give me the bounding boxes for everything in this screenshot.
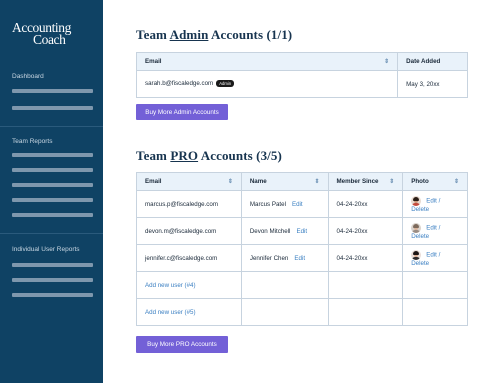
avatar (411, 195, 422, 206)
add-new-user-link[interactable]: Add new user (#5) (145, 309, 196, 316)
title-prefix: Team (136, 148, 171, 163)
table-row: sarah.b@fiscaledge.com Admin May 3, 20xx (135, 70, 468, 98)
name-text: Marcus Patel (249, 200, 286, 208)
column-label: Date Added (406, 58, 441, 65)
photo-cell: Edit / Delete (402, 244, 468, 272)
empty-cell (402, 298, 468, 326)
column-header-email[interactable]: Email ⇕ (136, 172, 242, 191)
name-text: Jennifer Chen (249, 254, 289, 262)
sidebar-divider (0, 126, 103, 127)
admin-accounts-table: Email ⇕ Date Added sarah.b@fiscaledge.com… (135, 52, 468, 98)
name-text: Devon Mitchell (249, 227, 291, 235)
sort-arrows-icon[interactable]: ⇕ (228, 178, 233, 185)
column-label: Email (145, 178, 162, 185)
sidebar-placeholder-item[interactable] (12, 183, 93, 187)
email-cell: jennifer.c@fiscaledge.com (136, 244, 242, 272)
empty-cell (327, 271, 404, 299)
column-header-member-since[interactable]: Member Since ⇕ (327, 172, 404, 191)
sidebar-placeholder-item[interactable] (12, 293, 93, 297)
add-user-cell: Add new user (#4) (136, 271, 242, 299)
empty-cell (327, 298, 404, 326)
email-cell: sarah.b@fiscaledge.com Admin (135, 70, 399, 98)
column-label: Email (145, 58, 162, 65)
avatar (411, 249, 422, 260)
empty-cell (240, 298, 329, 326)
sidebar: Accounting Coach Dashboard Team Reports … (0, 0, 103, 383)
column-header-name[interactable]: Name ⇕ (240, 172, 329, 191)
photo-cell: Edit / Delete (402, 190, 468, 218)
email-cell: devon.m@fiscaledge.com (136, 217, 242, 245)
empty-cell (240, 271, 329, 299)
sidebar-placeholder-item[interactable] (12, 198, 93, 202)
sidebar-placeholder-item[interactable] (12, 278, 93, 282)
column-label: Name (249, 178, 267, 185)
name-cell: Jennifer Chen Edit (240, 244, 329, 272)
table-row: Add new user (#4) (136, 271, 468, 299)
sidebar-placeholder-item[interactable] (12, 213, 93, 217)
admin-accounts-title: Team Admin Accounts (1/1) (136, 27, 292, 43)
admin-badge: Admin (216, 80, 235, 88)
logo-line-2: Coach (33, 31, 66, 47)
edit-name-link[interactable]: Edit (294, 255, 305, 262)
member-since-cell: 04-24-20xx (327, 244, 404, 272)
empty-cell (402, 271, 468, 299)
photo-cell: Edit / Delete (402, 217, 468, 245)
table-row: marcus.p@fiscaledge.com Marcus Patel Edit… (136, 190, 468, 218)
sort-arrows-icon[interactable]: ⇕ (314, 178, 319, 185)
sidebar-section-team-reports[interactable]: Team Reports (12, 138, 52, 145)
edit-name-link[interactable]: Edit (292, 201, 303, 208)
edit-name-link[interactable]: Edit (296, 228, 307, 235)
add-user-cell: Add new user (#5) (136, 298, 242, 326)
email-text: sarah.b@fiscaledge.com (145, 80, 214, 88)
logo[interactable]: Accounting Coach (12, 21, 71, 47)
sidebar-placeholder-item[interactable] (12, 168, 93, 172)
table-row: Add new user (#5) (136, 298, 468, 326)
sort-arrows-icon[interactable]: ⇕ (384, 58, 389, 65)
title-emphasis: Admin (169, 27, 209, 42)
title-prefix: Team (136, 27, 170, 42)
member-since-cell: 04-24-20xx (327, 217, 404, 245)
add-new-user-link[interactable]: Add new user (#4) (145, 282, 196, 289)
email-cell: marcus.p@fiscaledge.com (136, 190, 242, 218)
table-row: devon.m@fiscaledge.com Devon Mitchell Edi… (136, 217, 468, 245)
sidebar-placeholder-item[interactable] (12, 263, 93, 267)
buy-more-admin-accounts-button[interactable]: Buy More Admin Accounts (136, 104, 228, 120)
column-header-date-added[interactable]: Date Added (397, 52, 468, 71)
sidebar-section-individual-user-reports[interactable]: Individual User Reports (12, 246, 80, 253)
name-cell: Devon Mitchell Edit (240, 217, 329, 245)
column-label: Photo (411, 178, 429, 185)
sidebar-placeholder-item[interactable] (12, 153, 93, 157)
date-cell: May 3, 20xx (397, 70, 468, 98)
pro-accounts-table: Email ⇕ Name ⇕ Member Since ⇕ Photo ⇕ marcus… (136, 172, 468, 326)
avatar (411, 222, 422, 233)
sidebar-divider (0, 233, 103, 234)
sidebar-section-dashboard[interactable]: Dashboard (12, 73, 44, 80)
title-suffix: Accounts (1/1) (208, 27, 293, 42)
title-suffix: Accounts (3/5) (198, 148, 282, 163)
sidebar-placeholder-item[interactable] (12, 106, 93, 110)
name-cell: Marcus Patel Edit (240, 190, 329, 218)
sidebar-placeholder-item[interactable] (12, 89, 93, 93)
column-label: Member Since (336, 178, 379, 185)
column-header-photo[interactable]: Photo ⇕ (402, 172, 468, 191)
sort-arrows-icon[interactable]: ⇕ (389, 178, 394, 185)
title-emphasis: PRO (170, 148, 199, 163)
buy-more-pro-accounts-button[interactable]: Buy More PRO Accounts (136, 336, 228, 353)
member-since-cell: 04-24-20xx (327, 190, 404, 218)
column-header-email[interactable]: Email ⇕ (135, 52, 399, 71)
sort-arrows-icon[interactable]: ⇕ (454, 178, 459, 185)
pro-accounts-title: Team PRO Accounts (3/5) (136, 148, 282, 164)
table-row: jennifer.c@fiscaledge.com Jennifer Chen E… (136, 244, 468, 272)
